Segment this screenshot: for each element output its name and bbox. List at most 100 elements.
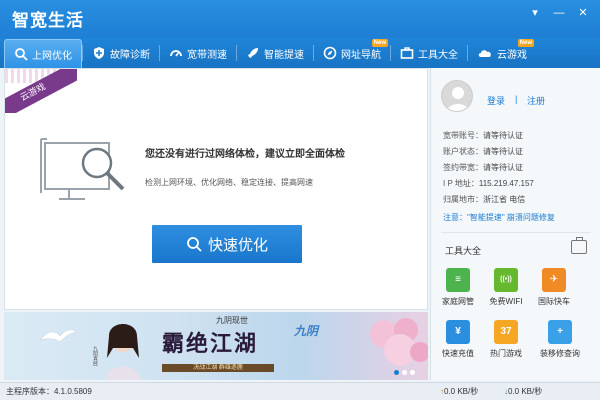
tool-label: 快速充值	[442, 349, 474, 358]
avatar[interactable]	[441, 80, 473, 112]
pager-dot[interactable]	[410, 370, 415, 375]
main-panel: 云游戏 您还没有进行过网络体检，建议立即全面体检 检测上网环境、优化网络、稳定连…	[4, 68, 428, 310]
tab-label: 宽带测速	[187, 49, 227, 61]
info-value: 请等待认证	[483, 163, 523, 172]
info-key: 宽带账号：	[443, 131, 483, 140]
banner-pager	[394, 370, 415, 375]
tab-label: 网址导航	[341, 49, 381, 61]
character-image	[105, 324, 141, 380]
compass-icon	[323, 46, 337, 60]
check-title: 您还没有进行过网络体检，建议立即全面体检	[145, 149, 345, 160]
router-icon: ≡	[446, 268, 470, 292]
info-row-account: 宽带账号：请等待认证	[443, 130, 523, 141]
tab-smart-boost[interactable]: 智能提速	[237, 38, 313, 68]
main-nav: 上网优化 故障诊断 宽带测速 智能提速 网址导航 New 工具大全 云游戏 Ne…	[0, 38, 600, 68]
tool-repair-query[interactable]: + 装移修查询	[531, 320, 589, 359]
tab-tools[interactable]: 工具大全	[391, 38, 467, 68]
download-speed: ↓0.0 KB/秒	[504, 386, 542, 397]
pager-dot[interactable]	[394, 370, 399, 375]
upload-speed: ↑0.0 KB/秒	[440, 386, 478, 397]
quick-optimize-button[interactable]: 快速优化	[152, 225, 302, 263]
rocket-icon	[248, 48, 258, 58]
shield-plus-icon	[94, 47, 104, 59]
close-icon[interactable]: ✕	[572, 4, 594, 22]
info-row-ip: I P 地址：115.219.47.157	[443, 178, 534, 189]
download-speed-value: 0.0 KB/秒	[508, 387, 543, 396]
tool-label: 免费WIFI	[489, 297, 523, 306]
link-separator: |	[515, 94, 518, 104]
crane-image	[39, 329, 77, 343]
search-icon	[15, 48, 28, 61]
info-value: 115.219.47.157	[478, 179, 534, 188]
game-banner[interactable]: 九阴真经 九阴现世 霸绝江湖 九阴 决战江湖 群雄逐鹿	[4, 312, 428, 380]
app-title: 智宽生活	[12, 11, 84, 30]
tab-label: 故障诊断	[110, 49, 150, 61]
banner-strip: 决战江湖 群雄逐鹿	[162, 364, 274, 372]
tool-free-wifi[interactable]: ((•)) 免费WIFI	[483, 268, 529, 307]
cloud-game-icon	[478, 50, 491, 57]
tab-label: 云游戏	[497, 49, 527, 61]
globe-rocket-icon: ✈	[542, 268, 566, 292]
monitor-search-icon	[40, 138, 125, 200]
tab-fault-diagnosis[interactable]: 故障诊断	[83, 38, 159, 68]
version-number: 4.1.0.5809	[54, 387, 92, 396]
register-link[interactable]: 注册	[527, 94, 545, 107]
version-label: 主程序版本：	[6, 387, 54, 396]
tool-label: 家庭网管	[442, 297, 474, 306]
tab-url-nav[interactable]: 网址导航 New	[314, 38, 390, 68]
tool-hot-games[interactable]: 37 热门游戏	[483, 320, 529, 359]
notice-link[interactable]: 注意："智能提速" 崩溃问题修复	[443, 212, 555, 223]
tool-label: 装移修查询	[540, 349, 580, 358]
info-row-location: 归属地市：浙江省 电信	[443, 194, 525, 205]
wifi-icon: ((•))	[494, 268, 518, 292]
game-37-icon: 37	[494, 320, 518, 344]
info-key: 签约带宽：	[443, 163, 483, 172]
minimize-icon[interactable]: —	[548, 4, 570, 22]
pager-dot[interactable]	[402, 370, 407, 375]
title-bar: 智宽生活 ▾ — ✕	[0, 0, 600, 38]
tool-quick-recharge[interactable]: ¥ 快速充值	[435, 320, 481, 359]
tab-network-optimize[interactable]: 上网优化	[4, 39, 82, 68]
upload-speed-value: 0.0 KB/秒	[444, 387, 479, 396]
window-controls: ▾ — ✕	[524, 4, 594, 22]
banner-side-text: 九阴真经	[92, 346, 98, 366]
tab-label: 上网优化	[32, 50, 72, 62]
info-key: 归属地市：	[443, 195, 483, 204]
info-value: 浙江省 电信	[483, 195, 526, 204]
tab-label: 工具大全	[418, 49, 458, 61]
new-badge: New	[371, 39, 388, 47]
divider	[441, 232, 591, 233]
cloud-game-ribbon[interactable]: 云游戏	[5, 69, 77, 113]
tab-speed-test[interactable]: 宽带测速	[160, 38, 236, 68]
account-sidebar: 登录 | 注册 宽带账号：请等待认证 账户状态：请等待认证 签约带宽：请等待认证…	[430, 68, 600, 380]
banner-top-text: 九阴现世	[216, 316, 248, 325]
status-bar: 主程序版本：4.1.0.5809 ↑0.0 KB/秒 ↓0.0 KB/秒	[0, 382, 600, 400]
yen-icon: ¥	[446, 320, 470, 344]
toolbox-icon	[400, 47, 414, 59]
new-badge: New	[517, 39, 534, 47]
quick-optimize-label: 快速优化	[207, 236, 268, 254]
check-subtitle: 检测上网环境、优化网络、稳定连接、提高网速	[145, 178, 313, 187]
repair-icon: +	[548, 320, 572, 344]
version-info: 主程序版本：4.1.0.5809	[6, 386, 92, 397]
info-value: 请等待认证	[483, 131, 523, 140]
menu-icon[interactable]: ▾	[524, 4, 546, 22]
info-key: I P 地址：	[443, 179, 479, 188]
tab-cloud-game[interactable]: 云游戏 New	[468, 38, 536, 68]
tool-home-network[interactable]: ≡ 家庭网管	[435, 268, 481, 307]
info-row-bandwidth: 签约带宽：请等待认证	[443, 162, 523, 173]
user-icon	[446, 87, 470, 111]
banner-logo: 九阴	[294, 324, 319, 338]
banner-title: 霸绝江湖	[162, 331, 259, 357]
toolbox-icon[interactable]	[571, 237, 587, 254]
info-row-status: 账户状态：请等待认证	[443, 146, 523, 157]
info-key: 账户状态：	[443, 147, 483, 156]
tools-heading: 工具大全	[445, 246, 482, 256]
search-icon	[187, 237, 202, 252]
speedometer-icon	[170, 50, 182, 57]
info-value: 请等待认证	[483, 147, 523, 156]
tool-label: 热门游戏	[490, 349, 522, 358]
login-link[interactable]: 登录	[487, 94, 505, 107]
tool-label: 国际快车	[538, 297, 570, 306]
tool-intl-express[interactable]: ✈ 国际快车	[531, 268, 577, 307]
